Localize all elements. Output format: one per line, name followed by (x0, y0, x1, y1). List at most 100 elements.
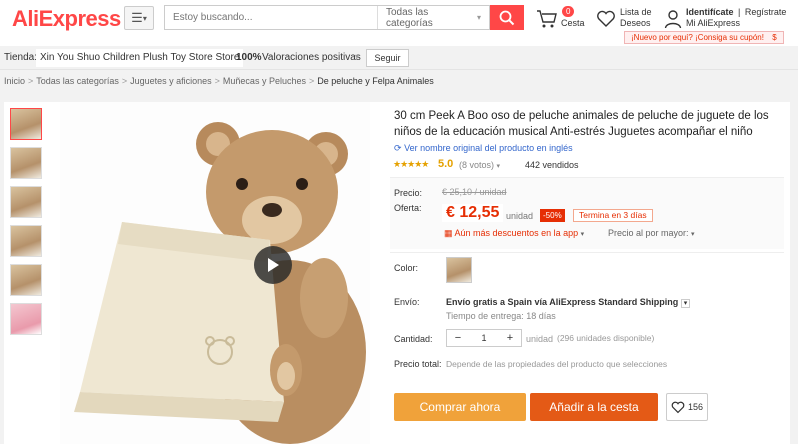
chevron-down-icon: ▾ (691, 231, 695, 238)
breadcrumb: Inicio > Todas las categorías > Juguetes y a… (4, 76, 434, 86)
quantity-unit: unidad (526, 334, 554, 344)
product-thumbnail[interactable] (10, 147, 42, 179)
wishlist-count: 156 (687, 402, 704, 412)
search-box: Todas las categorías ▾ (164, 5, 490, 30)
store-bar: Tienda: Xin You Shuo Children Plush Toy … (0, 46, 798, 70)
bulk-price-link[interactable]: Precio al por mayor: ▾ (608, 228, 695, 238)
signin-link[interactable]: Identifícate (686, 7, 734, 17)
wishlist-link[interactable]: Lista de Deseos (596, 6, 662, 32)
heart-icon (597, 10, 615, 27)
app-discount-label: Aún más descuentos en la app (454, 228, 579, 238)
account-menu: Identifícate | Regístrate Mi AliExpress (664, 6, 798, 32)
color-label: Color: (394, 263, 419, 273)
store-positive-percent: 100% (236, 52, 262, 63)
header: AliExpress ☰▾ Todas las categorías ▾ 0 C… (0, 0, 798, 46)
product-thumbnail[interactable] (10, 225, 42, 257)
original-name-link[interactable]: ⟳ Ver nombre original del producto en in… (394, 143, 573, 154)
menu-icon: ☰ (131, 10, 143, 25)
chevron-down-icon: ▾ (680, 299, 691, 308)
shipping-method-label: Envío gratis a Spain vía AliExpress Stan… (446, 297, 679, 307)
bulk-price-label: Precio al por mayor: (608, 228, 689, 238)
breadcrumb-item[interactable]: Juguetes y aficiones (130, 76, 212, 86)
quantity-input[interactable]: 1 (469, 330, 499, 346)
breadcrumb-separator: > (28, 76, 34, 86)
sold-count: 442 vendidos (520, 157, 584, 174)
search-icon (499, 10, 515, 25)
register-link[interactable]: Regístrate (745, 7, 787, 17)
product-thumbnail[interactable] (10, 303, 42, 335)
qr-code-icon: ▦ (444, 228, 453, 238)
product-thumbnail[interactable] (10, 264, 42, 296)
wishlist-label: Lista de Deseos (620, 7, 652, 29)
rating-score[interactable]: 5.0 (438, 158, 453, 170)
cart-count-badge: 0 (562, 6, 575, 17)
breadcrumb-current[interactable]: De peluche y Felpa Animales (317, 76, 434, 86)
account-separator: | (738, 7, 741, 17)
product-thumbnail[interactable] (10, 108, 42, 140)
breadcrumb-item[interactable]: Todas las categorías (36, 76, 119, 86)
teddy-bear-photo (60, 102, 370, 444)
search-category-select[interactable]: Todas las categorías ▾ (377, 6, 489, 29)
original-name-label: Ver nombre original del producto en ingl… (404, 143, 573, 153)
deal-countdown: Termina en 3 días (573, 209, 653, 222)
chevron-down-icon: ▾ (580, 231, 585, 238)
stock-available: (296 unidades disponible) (554, 330, 658, 347)
quantity-decrease-button[interactable]: − (447, 330, 469, 346)
play-video-button[interactable] (254, 246, 292, 284)
product-main-image[interactable] (60, 102, 370, 444)
rating-votes-label: (8 votos) (459, 160, 495, 170)
cart-label: Cesta (561, 18, 585, 28)
rating-votes[interactable]: (8 votos) ▾ (459, 160, 500, 170)
heart-icon (671, 401, 685, 413)
account-links: Identifícate | Regístrate Mi AliExpress (686, 7, 786, 29)
thumbnail-list (10, 108, 44, 342)
shipping-label: Envío: (394, 297, 420, 307)
color-option[interactable] (446, 257, 472, 283)
category-menu-button[interactable]: ☰ ▾ (124, 6, 154, 30)
offer-label: Oferta: (394, 203, 422, 213)
breadcrumb-item[interactable]: Muñecas y Peluches (223, 76, 306, 86)
product-title: 30 cm Peek A Boo oso de peluche animales… (390, 106, 782, 142)
breadcrumb-separator: > (121, 76, 128, 86)
total-price-note: Depende de las propiedades del producto … (446, 359, 668, 369)
product-thumbnail[interactable] (10, 186, 42, 218)
buy-now-button[interactable]: Comprar ahora (394, 393, 526, 421)
shipping-method[interactable]: Envío gratis a Spain vía AliExpress Stan… (446, 297, 691, 308)
user-icon (664, 10, 682, 29)
discount-badge: -50% (540, 209, 565, 222)
play-icon (268, 258, 279, 272)
wishlist-label-line-1: Lista de (620, 7, 652, 17)
add-to-cart-button[interactable]: Añadir a la cesta (530, 393, 658, 421)
cart-icon (537, 10, 557, 28)
app-discount-link[interactable]: ▦ Aún más descuentos en la app ▾ (444, 228, 584, 239)
chevron-down-icon: ▾ (355, 52, 360, 61)
breadcrumb-separator: > (214, 76, 220, 86)
quantity-stepper: − 1 + (446, 329, 522, 347)
search-input[interactable] (165, 6, 377, 29)
store-name-link[interactable]: Xin You Shuo Children Plush Toy Store St… (36, 49, 244, 67)
coupon-dollar-icon: $ (772, 33, 777, 42)
product-panel: 30 cm Peek A Boo oso de peluche animales… (4, 102, 790, 444)
search-button[interactable] (490, 5, 524, 30)
aliexpress-logo[interactable]: AliExpress (12, 6, 121, 32)
cart-button[interactable]: 0 Cesta (536, 6, 586, 32)
product-options: Color: Envío: Envío gratis a Spain vía A… (390, 252, 784, 444)
breadcrumb-item[interactable]: Inicio (4, 76, 25, 86)
quantity-label: Cantidad: (394, 334, 433, 344)
my-aliexpress-link[interactable]: Mi AliExpress (686, 18, 740, 28)
store-label: Tienda: (4, 52, 37, 63)
new-user-coupon-banner[interactable]: ¡Nuevo por equí? ¡Consiga su cupón! $ (624, 31, 784, 44)
breadcrumb-separator: > (308, 76, 315, 86)
follow-store-button[interactable]: Seguir (366, 49, 409, 67)
chevron-down-icon: ▾ (142, 13, 147, 23)
coupon-banner-text: ¡Nuevo por equí? ¡Consiga su cupón! (631, 33, 764, 42)
add-to-wishlist-button[interactable]: 156 (666, 393, 708, 421)
shipping-time: Tiempo de entrega: 18 días (446, 311, 556, 321)
offer-price: € 12,55 (442, 204, 504, 222)
store-positive-label: Valoraciones positivas (262, 52, 361, 63)
total-price-label: Precio total: (394, 359, 442, 369)
price-label: Precio: (394, 188, 423, 198)
translate-icon: ⟳ (394, 143, 402, 153)
quantity-increase-button[interactable]: + (499, 330, 521, 346)
original-price: € 25,10 / unidad (442, 187, 507, 197)
